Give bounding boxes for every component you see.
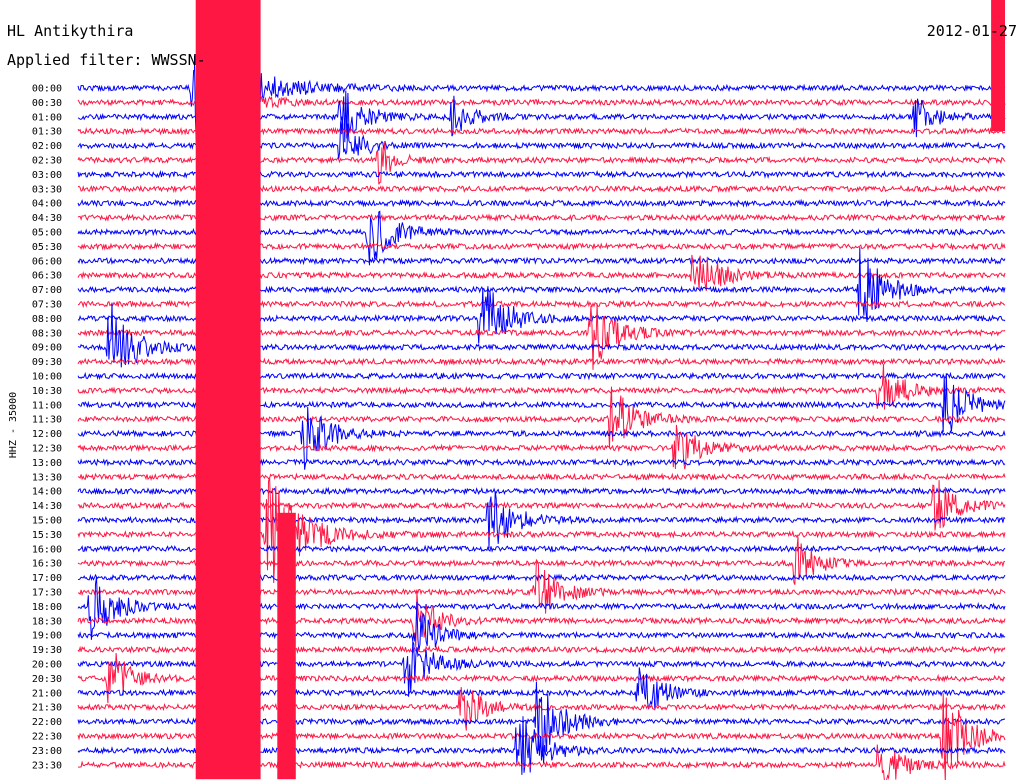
saturated-band-2 <box>991 0 1005 132</box>
row-label-1130: 11:30 <box>32 415 62 426</box>
row-label-1500: 15:00 <box>32 516 62 527</box>
row-label-1030: 10:30 <box>32 386 62 397</box>
row-label-0730: 07:30 <box>32 300 62 311</box>
row-label-1430: 14:30 <box>32 501 62 512</box>
row-label-2230: 22:30 <box>32 732 62 743</box>
row-label-2200: 22:00 <box>32 717 62 728</box>
row-label-2130: 21:30 <box>32 703 62 714</box>
row-label-1830: 18:30 <box>32 616 62 627</box>
row-label-0630: 06:30 <box>32 271 62 282</box>
row-label-2100: 21:00 <box>32 688 62 699</box>
row-label-0530: 05:30 <box>32 242 62 253</box>
row-label-0430: 04:30 <box>32 213 62 224</box>
row-label-0230: 02:30 <box>32 156 62 167</box>
saturated-band-0 <box>195 0 261 780</box>
row-label-1230: 12:30 <box>32 444 62 455</box>
row-label-1930: 19:30 <box>32 645 62 656</box>
row-label-0300: 03:00 <box>32 170 62 181</box>
y-axis-label: HHZ - 35000 <box>8 392 19 458</box>
row-label-1400: 14:00 <box>32 487 62 498</box>
row-label-1630: 16:30 <box>32 559 62 570</box>
row-label-2300: 23:00 <box>32 746 62 757</box>
row-label-1800: 18:00 <box>32 602 62 613</box>
row-label-1300: 13:00 <box>32 458 62 469</box>
row-label-2000: 20:00 <box>32 660 62 671</box>
row-label-0200: 02:00 <box>32 141 62 152</box>
row-label-0000: 00:00 <box>32 84 62 95</box>
row-label-0930: 09:30 <box>32 357 62 368</box>
row-label-1600: 16:00 <box>32 544 62 555</box>
row-label-1200: 12:00 <box>32 429 62 440</box>
row-label-0830: 08:30 <box>32 328 62 339</box>
row-label-1900: 19:00 <box>32 631 62 642</box>
row-label-2030: 20:30 <box>32 674 62 685</box>
chart-date: 2012-01-27 <box>927 22 1017 40</box>
row-label-0800: 08:00 <box>32 314 62 325</box>
row-label-1100: 11:00 <box>32 400 62 411</box>
filter-label: Applied filter: WWSSN- <box>7 51 206 69</box>
row-label-2330: 23:30 <box>32 760 62 771</box>
row-label-0600: 06:00 <box>32 256 62 267</box>
row-label-0100: 01:00 <box>32 112 62 123</box>
row-label-0700: 07:00 <box>32 285 62 296</box>
row-label-1530: 15:30 <box>32 530 62 541</box>
seismogram-chart: 00:00 00:30 01:00 01:30 02:00 02:30 03:00 03:30… <box>0 0 1024 780</box>
row-label-0900: 09:00 <box>32 343 62 354</box>
row-label-1330: 13:30 <box>32 472 62 483</box>
row-label-0030: 00:30 <box>32 98 62 109</box>
row-label-0330: 03:30 <box>32 184 62 195</box>
row-label-1700: 17:00 <box>32 573 62 584</box>
row-label-0400: 04:00 <box>32 199 62 210</box>
chart-title: HL Antikythira <box>7 22 133 40</box>
saturated-band-1 <box>277 512 296 780</box>
row-label-1000: 10:00 <box>32 372 62 383</box>
row-label-0500: 05:00 <box>32 228 62 239</box>
row-label-0130: 01:30 <box>32 127 62 138</box>
row-label-1730: 17:30 <box>32 588 62 599</box>
